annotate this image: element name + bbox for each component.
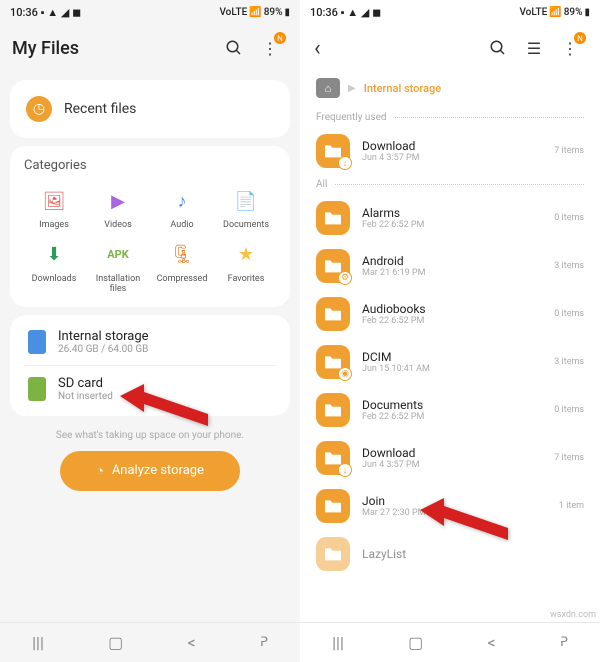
search-icon[interactable] [216, 30, 252, 66]
section-frequent: Frequently used [300, 108, 600, 127]
download-badge-icon: ↓ [338, 156, 352, 170]
app-header: My Files ⋮N [0, 24, 300, 72]
gear-badge-icon: ⚙ [338, 271, 352, 285]
categories-title: Categories [24, 158, 276, 173]
folder-icon: ⚙ [316, 249, 350, 283]
cat-audio[interactable]: ♪Audio [152, 187, 212, 231]
cat-images[interactable]: 🖼Images [24, 187, 84, 231]
status-bar: 10:36 ▪ ▲ ◢ ◼ VoLTE 📶 89% ▮ [300, 0, 600, 24]
search-icon[interactable] [480, 30, 516, 66]
watermark: wsxdn.com [550, 610, 596, 620]
nav-home[interactable]: ▢ [108, 633, 123, 652]
internal-storage-row[interactable]: Internal storage26.40 GB / 64.00 GB [24, 319, 276, 365]
folder-lazylist[interactable]: LazyList [300, 530, 600, 578]
view-icon[interactable]: ☰ [516, 30, 552, 66]
recent-label: Recent files [64, 101, 136, 117]
status-bar: 10:36 ▪ ▲ ◢ ◼ VoLTE 📶 89% ▮ [0, 0, 300, 24]
nav-recents[interactable]: ||| [332, 633, 344, 652]
nav-home[interactable]: ▢ [408, 633, 423, 652]
nav-recents[interactable]: ||| [32, 633, 44, 652]
storage-hint: See what's taking up space on your phone… [0, 430, 300, 441]
phone-icon [28, 330, 46, 354]
cat-compressed[interactable]: 🗜Compressed [152, 241, 212, 295]
folder-icon [316, 393, 350, 427]
folder-icon: ◉ [316, 345, 350, 379]
home-icon[interactable]: ⌂ [316, 78, 340, 98]
nav-accessibility[interactable]: ᕈ [260, 635, 268, 650]
folder-icon [316, 489, 350, 523]
download-badge-icon: ↓ [338, 463, 352, 477]
back-icon[interactable]: ‹ [312, 36, 327, 61]
folder-icon [316, 537, 350, 571]
cat-apk[interactable]: APKInstallation files [88, 241, 148, 295]
folder-audiobooks[interactable]: AudiobooksFeb 22 6:52 PM 0 items [300, 290, 600, 338]
folder-alarms[interactable]: AlarmsFeb 22 6:52 PM 0 items [300, 194, 600, 242]
nav-back[interactable]: < [488, 633, 496, 652]
folder-download-freq[interactable]: ↓ DownloadJun 4 3:57 PM 7 items [300, 127, 600, 175]
cat-downloads[interactable]: ⬇Downloads [24, 241, 84, 295]
page-title: My Files [12, 38, 216, 59]
folder-join[interactable]: JoinMar 27 2:30 PM 1 item [300, 482, 600, 530]
analyze-button[interactable]: ◔ Analyze storage [60, 451, 240, 491]
categories-card: Categories 🖼Images ▶Videos ♪Audio 📄Docum… [10, 146, 290, 307]
folder-icon [316, 297, 350, 331]
folder-icon: ↓ [316, 441, 350, 475]
folder-dcim[interactable]: ◉ DCIMJun 15 10:41 AM 3 items [300, 338, 600, 386]
camera-badge-icon: ◉ [338, 367, 352, 381]
app-header: ‹ ☰ ⋮N [300, 24, 600, 72]
folder-android[interactable]: ⚙ AndroidMar 21 6:19 PM 3 items [300, 242, 600, 290]
cat-favorites[interactable]: ★Favorites [216, 241, 276, 295]
folder-download[interactable]: ↓ DownloadJun 4 3:57 PM 7 items [300, 434, 600, 482]
folder-icon [316, 201, 350, 235]
breadcrumb[interactable]: ⌂ ▶ Internal storage [300, 72, 600, 108]
recent-card[interactable]: ◷ Recent files [10, 80, 290, 138]
more-icon[interactable]: ⋮N [252, 30, 288, 66]
sd-icon [28, 377, 46, 401]
folder-documents[interactable]: DocumentsFeb 22 6:52 PM 0 items [300, 386, 600, 434]
more-icon[interactable]: ⋮N [552, 30, 588, 66]
chevron-right-icon: ▶ [348, 83, 356, 94]
nav-accessibility[interactable]: ᕈ [560, 635, 568, 650]
sd-card-row[interactable]: SD cardNot inserted [24, 365, 276, 412]
storage-card: Internal storage26.40 GB / 64.00 GB SD c… [10, 315, 290, 416]
section-all: All [300, 175, 600, 194]
nav-bar: ||| ▢ < ᕈ [0, 622, 300, 662]
analyze-icon: ◔ [96, 463, 104, 479]
cat-documents[interactable]: 📄Documents [216, 187, 276, 231]
nav-back[interactable]: < [188, 633, 196, 652]
clock-icon: ◷ [26, 96, 52, 122]
folder-icon: ↓ [316, 134, 350, 168]
cat-videos[interactable]: ▶Videos [88, 187, 148, 231]
nav-bar: ||| ▢ < ᕈ [300, 622, 600, 662]
